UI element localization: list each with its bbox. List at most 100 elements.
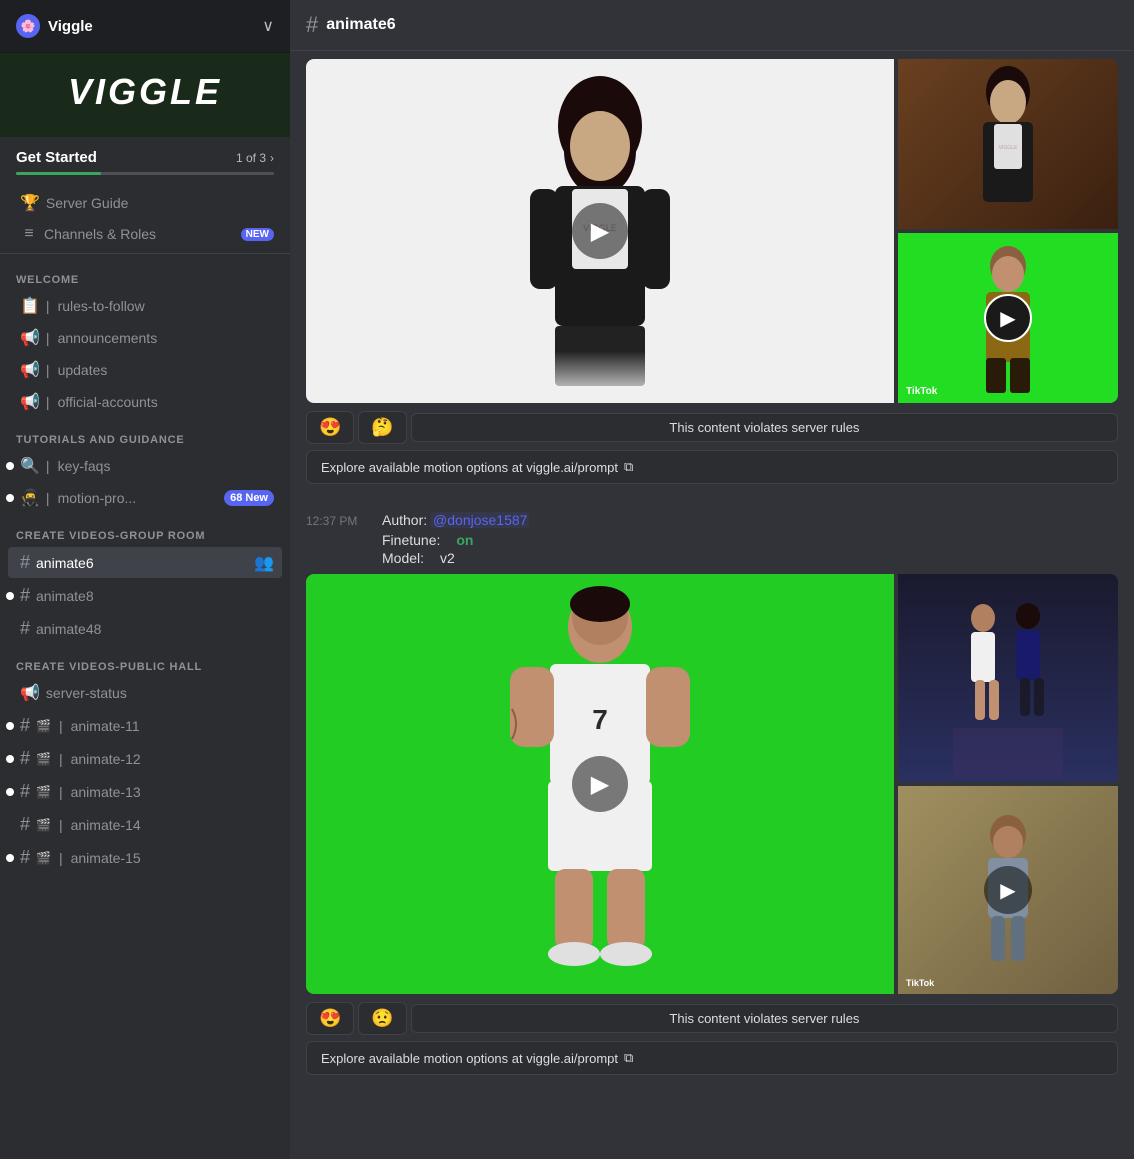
message-time-2: 12:37 PM bbox=[306, 514, 366, 528]
sidebar-item-announcements[interactable]: 📢 | announcements bbox=[8, 323, 282, 353]
search-icon: 🔍 bbox=[20, 456, 40, 476]
sidebar-item-label: key-faqs bbox=[58, 458, 274, 474]
reaction-love-btn-1[interactable]: 😍 bbox=[306, 411, 354, 444]
rules-icon: 📋 bbox=[20, 296, 40, 316]
server-name: Viggle bbox=[48, 18, 93, 35]
get-started-progress[interactable]: 1 of 3 › bbox=[236, 151, 274, 165]
violation-btn-1[interactable]: This content violates server rules bbox=[411, 413, 1118, 442]
add-user-icon[interactable]: 👥 bbox=[254, 553, 274, 573]
notification-dot bbox=[6, 854, 14, 862]
notification-dot bbox=[6, 462, 14, 470]
sidebar-item-official-accounts[interactable]: 📢 | official-accounts bbox=[8, 387, 282, 417]
notification-dot bbox=[6, 755, 14, 763]
sidebar-item-animate-14[interactable]: # 🎬 | animate-14 bbox=[8, 809, 282, 840]
main-video-2[interactable]: 7 ▶ bbox=[306, 574, 894, 994]
new-badge: NEW bbox=[241, 228, 274, 241]
thumb-1-top[interactable]: VIGGLE bbox=[898, 59, 1118, 229]
sidebar-item-animate-15[interactable]: # 🎬 | animate-15 bbox=[8, 842, 282, 873]
sidebar-item-label: updates bbox=[58, 362, 274, 378]
category-tutorials: TUTORIALS AND GUIDANCE bbox=[0, 418, 290, 450]
reaction-row-1: 😍 🤔 This content violates server rules bbox=[306, 411, 1118, 444]
finetune-value: on bbox=[456, 532, 473, 548]
list-icon: ≡ bbox=[20, 225, 38, 243]
category-create-public: CREATE VIDEOS-PUBLIC HALL bbox=[0, 645, 290, 677]
thumb-person-svg: VIGGLE bbox=[958, 64, 1058, 224]
finetune-label: Finetune: bbox=[382, 532, 440, 548]
reaction-love-btn-2[interactable]: 😍 bbox=[306, 1002, 354, 1035]
reaction-sad-btn-2[interactable]: 😟 bbox=[358, 1002, 406, 1035]
message-author-block: Author: @donjose1587 bbox=[382, 512, 529, 528]
divider bbox=[0, 253, 290, 254]
reaction-row-2: 😍 😟 This content violates server rules bbox=[306, 1002, 1118, 1035]
sidebar-item-label: animate48 bbox=[36, 621, 274, 637]
category-welcome: WELCOME bbox=[0, 258, 290, 290]
play-button-thumb-bottom[interactable]: ▶ bbox=[984, 294, 1032, 342]
sidebar-item-animate-13[interactable]: # 🎬 | animate-13 bbox=[8, 776, 282, 807]
sidebar-item-animate48[interactable]: # animate48 bbox=[8, 613, 282, 644]
message-group-2: 12:37 PM Author: @donjose1587 Finetune: … bbox=[306, 512, 1118, 1087]
external-link-icon: ⧉ bbox=[624, 459, 633, 475]
sidebar-item-server-status[interactable]: 📢 server-status bbox=[8, 678, 282, 708]
explore-text-2: Explore available motion options at vigg… bbox=[321, 1051, 618, 1066]
sidebar-item-updates[interactable]: 📢 | updates bbox=[8, 355, 282, 385]
sidebar-item-rules[interactable]: 📋 | rules-to-follow bbox=[8, 291, 282, 321]
hash-icon: # bbox=[20, 618, 30, 639]
play-button-thumb-bottom-2[interactable]: ▶ bbox=[984, 866, 1032, 914]
thumb-2-bottom[interactable]: ▶ TikTok bbox=[898, 786, 1118, 994]
explore-link-1[interactable]: Explore available motion options at vigg… bbox=[306, 450, 1118, 484]
model-value: v2 bbox=[440, 550, 455, 566]
updates-icon: 📢 bbox=[20, 360, 40, 380]
author-label: Author: bbox=[382, 512, 427, 528]
notification-dot bbox=[6, 722, 14, 730]
violation-btn-2[interactable]: This content violates server rules bbox=[411, 1004, 1118, 1033]
messages-area[interactable]: VIGGLE bbox=[290, 51, 1134, 1159]
notification-dot bbox=[6, 592, 14, 600]
sidebar-item-label: rules-to-follow bbox=[58, 298, 274, 314]
tiktok-badge: TikTok bbox=[906, 386, 937, 397]
sidebar-item-animate8[interactable]: # animate8 bbox=[8, 580, 282, 611]
megaphone-icon: 📢 bbox=[20, 328, 40, 348]
sidebar-item-server-guide[interactable]: 🏆 Server Guide bbox=[8, 188, 282, 218]
author-mention[interactable]: @donjose1587 bbox=[431, 512, 529, 528]
main-video-1[interactable]: VIGGLE bbox=[306, 59, 894, 403]
media-grid-2: 7 ▶ bbox=[306, 574, 1118, 994]
model-label: Model: bbox=[382, 550, 424, 566]
sidebar-item-label: animate-11 bbox=[71, 718, 274, 734]
server-icon: 🌸 bbox=[16, 14, 40, 38]
viggle-logo: VIGGLE bbox=[16, 71, 274, 113]
sidebar-item-animate-12[interactable]: # 🎬 | animate-12 bbox=[8, 743, 282, 774]
sidebar-item-label: animate-12 bbox=[71, 751, 274, 767]
main-content: # animate6 bbox=[290, 0, 1134, 1159]
hash-icon: # bbox=[20, 781, 30, 802]
sidebar-item-key-faqs[interactable]: 🔍 | key-faqs bbox=[8, 451, 282, 481]
external-link-icon-2: ⧉ bbox=[624, 1050, 633, 1066]
hash-icon: # bbox=[20, 748, 30, 769]
progress-bar-fill bbox=[16, 172, 101, 175]
sidebar-item-motion-pro[interactable]: 🥷 | motion-pro... 68 New bbox=[8, 483, 282, 513]
sidebar-item-channels-roles[interactable]: ≡ Channels & Roles NEW bbox=[8, 220, 282, 248]
explore-link-2[interactable]: Explore available motion options at vigg… bbox=[306, 1041, 1118, 1075]
play-button-1[interactable]: ▶ bbox=[572, 203, 628, 259]
sidebar-item-label: server-status bbox=[46, 685, 274, 701]
category-create-group: CREATE VIDEOS-GROUP ROOM bbox=[0, 514, 290, 546]
sidebar-item-label: animate-15 bbox=[71, 850, 274, 866]
new-count-badge: 68 New bbox=[224, 490, 274, 506]
thumb-2-top[interactable] bbox=[898, 574, 1118, 782]
sidebar-item-label: announcements bbox=[58, 330, 274, 346]
reaction-think-btn-1[interactable]: 🤔 bbox=[358, 411, 406, 444]
get-started-section: Get Started 1 of 3 › bbox=[0, 137, 290, 187]
play-button-2[interactable]: ▶ bbox=[572, 756, 628, 812]
sidebar-item-label: animate8 bbox=[36, 588, 274, 604]
thumb-1-bottom[interactable]: ▶ TikTok bbox=[898, 233, 1118, 403]
sidebar-item-label: animate-13 bbox=[71, 784, 274, 800]
hash-icon: # bbox=[20, 715, 30, 736]
viggle-banner: VIGGLE bbox=[0, 53, 290, 137]
server-header[interactable]: 🌸 Viggle ∨ bbox=[0, 0, 290, 53]
media-grid-1: VIGGLE bbox=[306, 59, 1118, 403]
hash-icon: # bbox=[20, 585, 30, 606]
sidebar-item-animate6[interactable]: # animate6 👥 bbox=[8, 547, 282, 578]
sidebar-item-animate-11[interactable]: # 🎬 | animate-11 bbox=[8, 710, 282, 741]
link-icon: 📢 bbox=[20, 392, 40, 412]
chevron-down-icon: ∨ bbox=[262, 16, 274, 36]
sidebar-item-label: Channels & Roles bbox=[44, 226, 235, 242]
